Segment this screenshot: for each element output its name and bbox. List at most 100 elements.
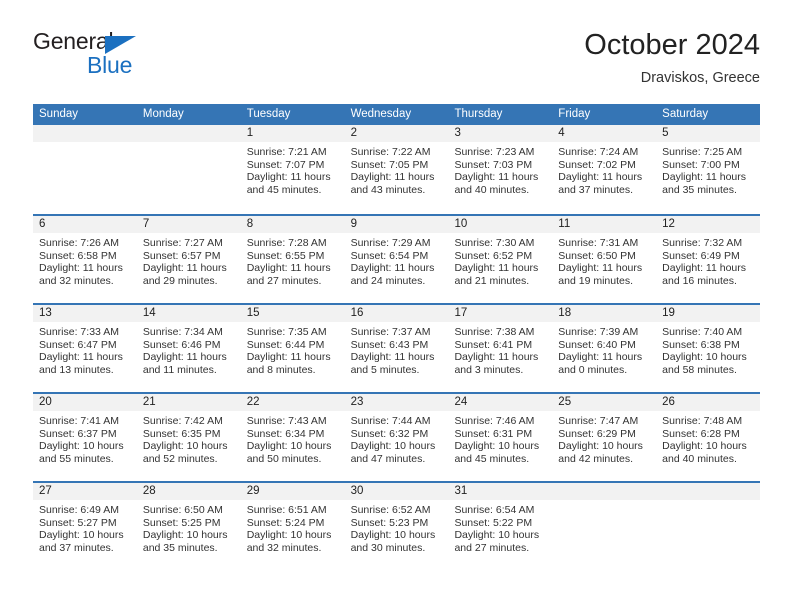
- day-number: 6: [33, 216, 137, 233]
- day-number: 26: [656, 394, 761, 411]
- calendar-day-cell[interactable]: 30 Sunrise: 6:52 AM Sunset: 5:23 PM Dayligh…: [344, 483, 449, 570]
- day-number: 14: [136, 305, 241, 322]
- day-details: Sunrise: 7:21 AM Sunset: 7:07 PM Daylight:…: [241, 142, 345, 196]
- general-blue-logo[interactable]: General Blue: [33, 28, 263, 88]
- day-details: Sunrise: 7:24 AM Sunset: 7:02 PM Daylight:…: [552, 142, 656, 196]
- weekday-header-saturday: Saturday: [662, 108, 709, 120]
- sunrise-text: Sunrise: 7:27 AM: [142, 237, 223, 249]
- daylight-text-line1: Daylight: 10 hours: [39, 440, 124, 453]
- sunrise-text: Sunrise: 7:42 AM: [142, 415, 223, 427]
- day-details: Sunrise: 7:22 AM Sunset: 7:05 PM Daylight:…: [345, 142, 449, 196]
- daylight-text-line2: and 24 minutes.: [350, 274, 426, 287]
- calendar-day-cell[interactable]: 27 Sunrise: 6:49 AM Sunset: 5:27 PM Dayligh…: [33, 483, 137, 570]
- calendar-day-cell[interactable]: 20 Sunrise: 7:41 AM Sunset: 6:37 PM Dayligh…: [33, 394, 137, 481]
- daylight-text-line1: Daylight: 11 hours: [662, 171, 747, 184]
- sunrise-text: Sunrise: 7:47 AM: [558, 415, 639, 427]
- calendar-day-cell[interactable]: 10 Sunrise: 7:30 AM Sunset: 6:52 PM Dayligh…: [448, 216, 553, 303]
- daylight-text-line1: Daylight: 11 hours: [454, 351, 539, 364]
- day-details: Sunrise: 6:52 AM Sunset: 5:23 PM Daylight:…: [345, 500, 449, 554]
- calendar-day-cell[interactable]: 5 Sunrise: 7:25 AM Sunset: 7:00 PM Daylight…: [656, 125, 761, 214]
- daylight-text-line1: Daylight: 11 hours: [246, 351, 331, 364]
- day-number: 31: [448, 483, 553, 500]
- sunrise-text: Sunrise: 6:51 AM: [246, 504, 327, 516]
- day-details: Sunrise: 7:25 AM Sunset: 7:00 PM Daylight:…: [656, 142, 760, 196]
- weekday-header-wednesday: Wednesday: [350, 108, 412, 120]
- sunset-text: Sunset: 6:50 PM: [558, 249, 636, 262]
- daylight-text-line1: Daylight: 10 hours: [142, 440, 228, 453]
- sunset-text: Sunset: 6:38 PM: [662, 338, 740, 351]
- calendar-day-cell[interactable]: 29 Sunrise: 6:51 AM Sunset: 5:24 PM Dayligh…: [240, 483, 345, 570]
- daylight-text-line2: and 45 minutes.: [246, 183, 322, 196]
- daylight-text-line2: and 11 minutes.: [142, 363, 217, 376]
- daylight-text-line2: and 13 minutes.: [39, 363, 114, 376]
- calendar-day-cell[interactable]: 31 Sunrise: 6:54 AM Sunset: 5:22 PM Dayligh…: [448, 483, 553, 570]
- calendar-day-cell[interactable]: 14 Sunrise: 7:34 AM Sunset: 6:46 PM Dayligh…: [136, 305, 241, 392]
- daylight-text-line2: and 3 minutes.: [454, 363, 524, 376]
- sunrise-text: Sunrise: 7:40 AM: [662, 326, 743, 338]
- calendar-day-cell[interactable]: 13 Sunrise: 7:33 AM Sunset: 6:47 PM Dayligh…: [33, 305, 137, 392]
- daylight-text-line2: and 35 minutes.: [142, 541, 218, 554]
- sunset-text: Sunset: 6:46 PM: [142, 338, 221, 351]
- calendar-day-cell[interactable]: 1 Sunrise: 7:21 AM Sunset: 7:07 PM Daylight…: [240, 125, 345, 214]
- calendar-day-cell[interactable]: 17 Sunrise: 7:38 AM Sunset: 6:41 PM Dayligh…: [448, 305, 553, 392]
- daylight-text-line1: Daylight: 10 hours: [350, 440, 436, 453]
- sunset-text: Sunset: 5:22 PM: [454, 516, 533, 529]
- day-details: Sunrise: 7:39 AM Sunset: 6:40 PM Daylight:…: [552, 322, 656, 376]
- sunrise-text: Sunrise: 6:49 AM: [39, 504, 119, 516]
- calendar-day-cell[interactable]: 6 Sunrise: 7:26 AM Sunset: 6:58 PM Daylight…: [33, 216, 137, 303]
- sunrise-text: Sunrise: 7:26 AM: [39, 237, 119, 249]
- daylight-text-line2: and 19 minutes.: [558, 274, 634, 287]
- calendar-day-cell[interactable]: 2 Sunrise: 7:22 AM Sunset: 7:05 PM Daylight…: [344, 125, 449, 214]
- calendar-day-cell[interactable]: 26 Sunrise: 7:48 AM Sunset: 6:28 PM Dayligh…: [656, 394, 761, 481]
- calendar-day-cell[interactable]: 3 Sunrise: 7:23 AM Sunset: 7:03 PM Daylight…: [448, 125, 553, 214]
- day-number: 21: [136, 394, 241, 411]
- calendar-day-cell[interactable]: 22 Sunrise: 7:43 AM Sunset: 6:34 PM Dayligh…: [240, 394, 345, 481]
- daylight-text-line2: and 45 minutes.: [454, 452, 530, 465]
- day-number: 16: [344, 305, 449, 322]
- daylight-text-line2: and 42 minutes.: [558, 452, 634, 465]
- day-details: Sunrise: 7:47 AM Sunset: 6:29 PM Daylight:…: [552, 411, 656, 465]
- daylight-text-line1: Daylight: 11 hours: [39, 262, 123, 275]
- calendar-day-cell[interactable]: 15 Sunrise: 7:35 AM Sunset: 6:44 PM Dayligh…: [240, 305, 345, 392]
- calendar-day-cell[interactable]: 12 Sunrise: 7:32 AM Sunset: 6:49 PM Dayligh…: [656, 216, 761, 303]
- day-details: Sunrise: 7:27 AM Sunset: 6:57 PM Daylight:…: [137, 233, 241, 287]
- sunset-text: Sunset: 5:25 PM: [142, 516, 221, 529]
- sunrise-text: Sunrise: 7:48 AM: [662, 415, 743, 427]
- calendar-day-cell[interactable]: 18 Sunrise: 7:39 AM Sunset: 6:40 PM Dayligh…: [552, 305, 657, 392]
- sunrise-text: Sunrise: 7:44 AM: [350, 415, 431, 427]
- calendar-week-row: 20 Sunrise: 7:41 AM Sunset: 6:37 PM Dayligh…: [33, 392, 761, 481]
- sunrise-text: Sunrise: 6:54 AM: [454, 504, 535, 516]
- page-header: General Blue October 2024 Draviskos, Gre…: [33, 28, 760, 98]
- calendar-day-cell[interactable]: 28 Sunrise: 6:50 AM Sunset: 5:25 PM Dayligh…: [136, 483, 241, 570]
- day-details: Sunrise: 6:49 AM Sunset: 5:27 PM Daylight:…: [33, 500, 137, 554]
- weekday-header-thursday: Thursday: [454, 108, 503, 120]
- calendar-day-cell[interactable]: 11 Sunrise: 7:31 AM Sunset: 6:50 PM Dayligh…: [552, 216, 657, 303]
- day-details: Sunrise: 7:43 AM Sunset: 6:34 PM Daylight:…: [241, 411, 345, 465]
- weekday-header-sunday: Sunday: [39, 108, 79, 120]
- daylight-text-line2: and 55 minutes.: [39, 452, 114, 465]
- calendar-day-cell[interactable]: 9 Sunrise: 7:29 AM Sunset: 6:54 PM Daylight…: [344, 216, 449, 303]
- daylight-text-line2: and 50 minutes.: [246, 452, 322, 465]
- calendar-day-cell[interactable]: 4 Sunrise: 7:24 AM Sunset: 7:02 PM Daylight…: [552, 125, 657, 214]
- sunrise-text: Sunrise: 7:28 AM: [246, 237, 327, 249]
- day-details: Sunrise: 7:32 AM Sunset: 6:49 PM Daylight:…: [656, 233, 760, 287]
- calendar-day-cell[interactable]: 19 Sunrise: 7:40 AM Sunset: 6:38 PM Dayligh…: [656, 305, 761, 392]
- page-subtitle: Draviskos, Greece: [640, 70, 760, 86]
- day-details: Sunrise: 6:51 AM Sunset: 5:24 PM Daylight:…: [241, 500, 345, 554]
- calendar-day-cell[interactable]: 23 Sunrise: 7:44 AM Sunset: 6:32 PM Dayligh…: [344, 394, 449, 481]
- sunset-text: Sunset: 6:32 PM: [350, 427, 429, 440]
- day-number: 11: [552, 216, 657, 233]
- calendar-day-cell-empty: [552, 483, 657, 570]
- sunset-text: Sunset: 7:02 PM: [558, 158, 636, 171]
- calendar-day-cell[interactable]: 7 Sunrise: 7:27 AM Sunset: 6:57 PM Daylight…: [136, 216, 241, 303]
- calendar-day-cell[interactable]: 25 Sunrise: 7:47 AM Sunset: 6:29 PM Dayligh…: [552, 394, 657, 481]
- calendar-day-cell-empty: [136, 125, 241, 214]
- calendar-day-cell[interactable]: 21 Sunrise: 7:42 AM Sunset: 6:35 PM Dayligh…: [136, 394, 241, 481]
- day-details: Sunrise: 7:28 AM Sunset: 6:55 PM Daylight:…: [241, 233, 345, 287]
- calendar-day-cell[interactable]: 8 Sunrise: 7:28 AM Sunset: 6:55 PM Daylight…: [240, 216, 345, 303]
- calendar-day-cell[interactable]: 16 Sunrise: 7:37 AM Sunset: 6:43 PM Dayligh…: [344, 305, 449, 392]
- daylight-text-line2: and 32 minutes.: [246, 541, 322, 554]
- day-number: 5: [656, 125, 761, 142]
- sunrise-text: Sunrise: 7:29 AM: [350, 237, 431, 249]
- calendar-day-cell[interactable]: 24 Sunrise: 7:46 AM Sunset: 6:31 PM Dayligh…: [448, 394, 553, 481]
